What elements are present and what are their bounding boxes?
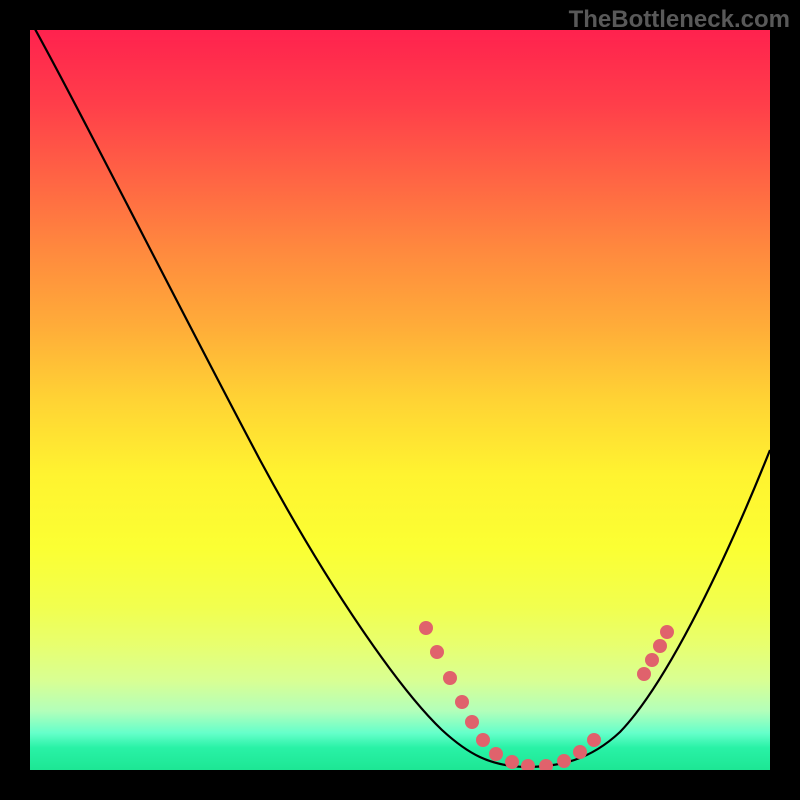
marker-group <box>419 621 674 770</box>
data-marker <box>539 759 553 770</box>
data-marker <box>505 755 519 769</box>
data-marker <box>489 747 503 761</box>
data-marker <box>430 645 444 659</box>
curve-line <box>30 30 770 767</box>
data-marker <box>443 671 457 685</box>
data-marker <box>573 745 587 759</box>
data-marker <box>465 715 479 729</box>
data-marker <box>637 667 651 681</box>
data-marker <box>653 639 667 653</box>
watermark-text: TheBottleneck.com <box>569 6 790 34</box>
data-marker <box>587 733 601 747</box>
plot-area <box>30 30 770 770</box>
data-marker <box>455 695 469 709</box>
data-marker <box>660 625 674 639</box>
data-marker <box>521 759 535 770</box>
data-marker <box>557 754 571 768</box>
data-marker <box>419 621 433 635</box>
data-marker <box>645 653 659 667</box>
data-marker <box>476 733 490 747</box>
chart-svg <box>30 30 770 770</box>
